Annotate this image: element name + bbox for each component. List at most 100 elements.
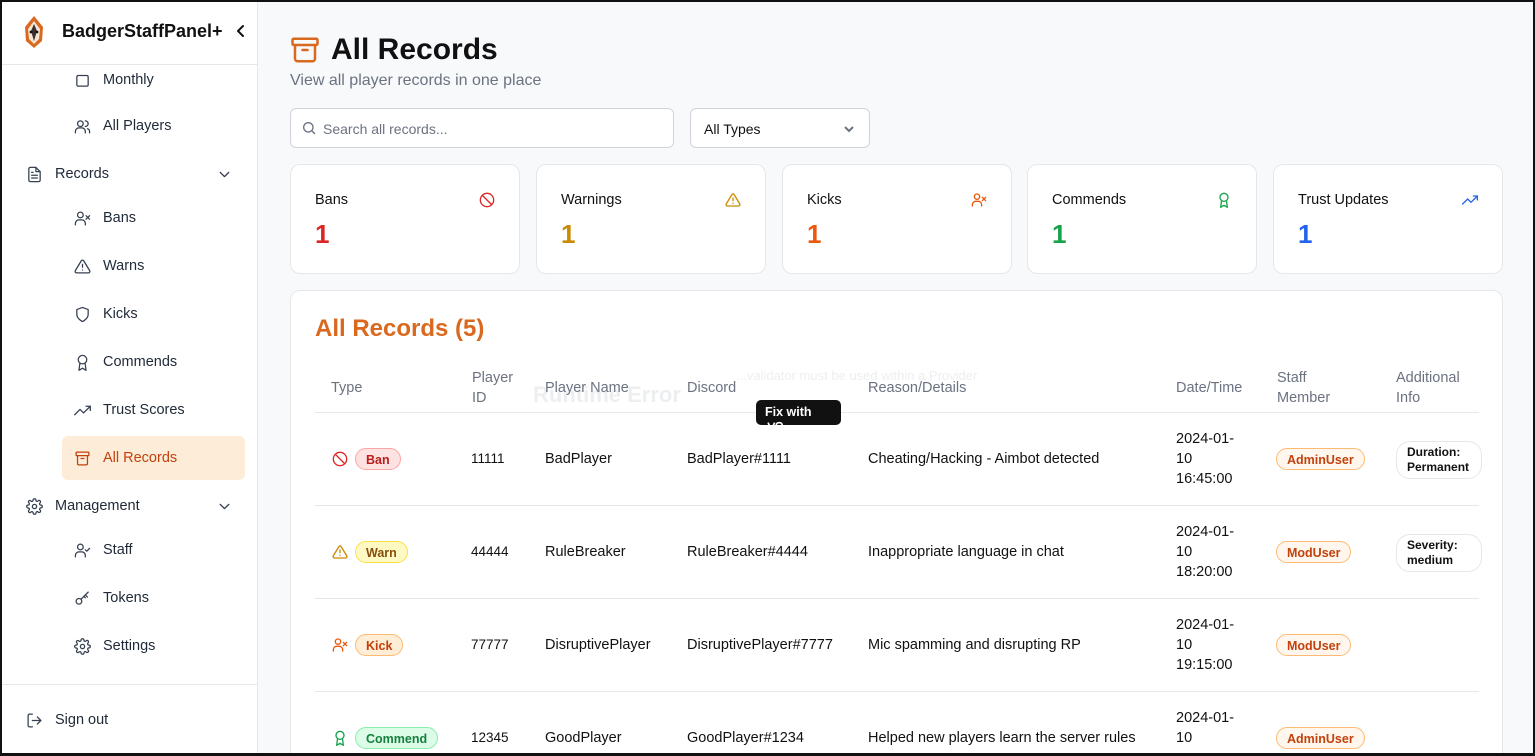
- table-row[interactable]: Commend 12345 GoodPlayer GoodPlayer#1234…: [315, 692, 1479, 756]
- sidebar-group-management[interactable]: Management: [14, 484, 245, 528]
- sidebar-item-label: Warns: [103, 258, 145, 274]
- player-id: 77777: [471, 637, 509, 652]
- table-row[interactable]: Warn 44444 RuleBreaker RuleBreaker#4444 …: [315, 506, 1482, 599]
- fix-with-v0-button[interactable]: Fix with: [756, 400, 841, 432]
- user-x-icon: [332, 638, 348, 652]
- gear-icon: [26, 497, 43, 515]
- search-box[interactable]: [290, 108, 674, 148]
- sidebar-item-monthly[interactable]: Monthly: [62, 66, 245, 102]
- award-icon: [1219, 192, 1229, 208]
- player-name: GoodPlayer: [545, 730, 622, 746]
- type-filter-value: All Types: [704, 121, 761, 137]
- user-x-icon: [971, 193, 987, 207]
- alert-triangle-icon: [725, 193, 741, 207]
- sidebar-item-bans[interactable]: Bans: [62, 196, 245, 240]
- sidebar: BadgerStaffPanel+ Monthly All Players Re…: [0, 0, 258, 756]
- sidebar-item-commends[interactable]: Commends: [62, 340, 245, 384]
- col-discord: Discord: [687, 380, 737, 396]
- stat-label: Kicks: [807, 192, 842, 208]
- alert-triangle-icon: [332, 545, 348, 559]
- sidebar-item-settings[interactable]: Settings: [62, 624, 245, 668]
- staff-badge: AdminUser: [1276, 448, 1365, 470]
- stat-card-warnings: Warnings 1: [536, 164, 766, 274]
- sidebar-item-kicks[interactable]: Kicks: [62, 292, 245, 336]
- page-title: All Records: [331, 33, 498, 66]
- sidebar-item-warns[interactable]: Warns: [62, 244, 245, 288]
- sidebar-item-label: Monthly: [103, 72, 154, 88]
- stat-value: 1: [315, 219, 330, 249]
- reason: Inappropriate language in chat: [868, 544, 1064, 560]
- player-name: RuleBreaker: [545, 544, 626, 560]
- search-input[interactable]: [323, 117, 663, 141]
- reason: Cheating/Hacking - Aimbot detected: [868, 451, 1100, 467]
- discord: RuleBreaker#4444: [687, 544, 808, 560]
- player-id: 12345: [471, 730, 509, 745]
- table-row[interactable]: Kick 77777 DisruptivePlayer DisruptivePl…: [315, 599, 1479, 692]
- info-badge: Severity: medium: [1396, 534, 1482, 572]
- sidebar-item-tokens[interactable]: Tokens: [62, 576, 245, 620]
- sidebar-item-label: Staff: [103, 542, 133, 558]
- user-check-icon: [74, 542, 91, 558]
- chevron-down-icon[interactable]: [216, 498, 233, 515]
- stat-card-bans: Bans 1: [290, 164, 520, 274]
- badger-logo-icon: [25, 16, 43, 48]
- stat-label: Trust Updates: [1298, 192, 1389, 208]
- sidebar-item-staff[interactable]: Staff: [62, 528, 245, 572]
- sidebar-item-trust-scores[interactable]: Trust Scores: [62, 388, 245, 432]
- ban-icon: [479, 192, 495, 208]
- award-icon: [77, 354, 88, 371]
- main-content: All Records View all player records in o…: [258, 0, 1535, 756]
- runtime-error-message: ...validator must be used within a Provi…: [736, 368, 978, 383]
- col-type: Type: [331, 380, 363, 396]
- sign-out-button[interactable]: Sign out: [14, 698, 245, 742]
- brand-name: BadgerStaffPanel+: [62, 21, 223, 41]
- sidebar-item-label: Records: [55, 166, 109, 182]
- sign-out-label: Sign out: [55, 712, 109, 728]
- log-out-icon: [27, 712, 42, 728]
- sidebar-group-records[interactable]: Records: [14, 152, 245, 196]
- col-additional-info: Additional Info: [1396, 370, 1460, 406]
- page-subtitle: View all player records in one place: [290, 72, 542, 89]
- sidebar-nav[interactable]: Monthly All Players Records Bans Warns K…: [0, 66, 257, 684]
- type-badge: Commend: [355, 727, 439, 749]
- trending-up-icon: [74, 405, 91, 415]
- stat-card-kicks: Kicks 1: [782, 164, 1012, 274]
- stat-label: Commends: [1052, 192, 1127, 208]
- stat-value: 1: [807, 219, 822, 249]
- type-filter-select[interactable]: All Types: [690, 108, 870, 148]
- sidebar-item-label: All Players: [103, 118, 172, 134]
- gear-icon: [74, 637, 91, 655]
- datetime: 2024-01- 10 16:45:00: [1176, 431, 1235, 487]
- player-name: DisruptivePlayer: [545, 637, 651, 653]
- sidebar-item-label: Bans: [103, 210, 137, 226]
- stat-value: 1: [561, 219, 576, 249]
- file-text-icon: [28, 166, 41, 182]
- info-badge: Duration: Permanent: [1396, 441, 1482, 479]
- sidebar-item-all-players[interactable]: All Players: [62, 104, 245, 148]
- reason: Helped new players learn the server rule…: [868, 730, 1136, 746]
- ban-icon: [332, 451, 348, 467]
- search-icon: [303, 122, 316, 135]
- type-badge: Ban: [355, 448, 401, 470]
- chevron-down-icon: [844, 126, 854, 133]
- staff-badge: AdminUser: [1276, 727, 1365, 749]
- sidebar-item-label: All Records: [103, 450, 178, 466]
- fix-button-label: Fix with: [765, 405, 812, 419]
- player-id: 11111: [471, 451, 505, 466]
- sidebar-footer: Sign out: [0, 684, 257, 756]
- table-row[interactable]: Ban 11111 BadPlayer BadPlayer#1111 Cheat…: [315, 413, 1482, 506]
- archive-icon: [75, 450, 90, 466]
- brand-header: BadgerStaffPanel+: [0, 0, 258, 65]
- stat-card-trust-updates: Trust Updates 1: [1273, 164, 1503, 274]
- chevron-left-icon[interactable]: [232, 22, 250, 40]
- sidebar-item-all-records[interactable]: All Records: [62, 436, 245, 480]
- discord: GoodPlayer#1234: [687, 730, 804, 746]
- chevron-down-icon[interactable]: [216, 166, 233, 183]
- v0-logo-icon: [767, 421, 783, 432]
- type-badge: Kick: [355, 634, 404, 656]
- reason: Mic spamming and disrupting RP: [868, 637, 1081, 653]
- stat-label: Bans: [315, 192, 349, 208]
- player-name: BadPlayer: [545, 451, 612, 467]
- sidebar-item-label: Tokens: [103, 590, 149, 606]
- col-staff-member: Staff Member: [1277, 370, 1331, 406]
